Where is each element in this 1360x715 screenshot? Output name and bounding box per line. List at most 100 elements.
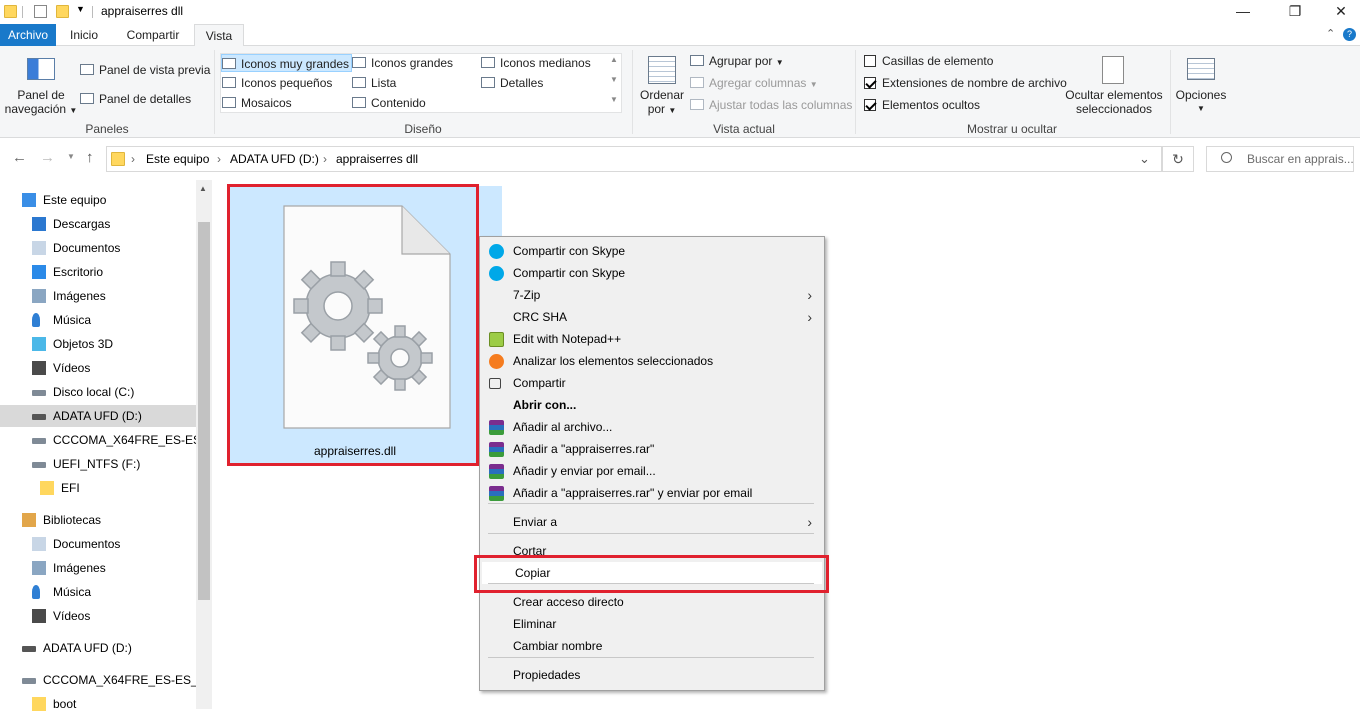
options-button[interactable]: Opciones ▼: [1172, 88, 1230, 116]
menu-item-compartir[interactable]: Compartir: [480, 372, 824, 394]
gallery-scroll-up-icon[interactable]: ▲: [610, 55, 618, 64]
nav-item[interactable]: Disco local (C:): [0, 381, 196, 403]
nav-item[interactable]: boot: [0, 693, 196, 715]
recent-locations-icon[interactable]: ▼: [67, 152, 75, 161]
menu-item-abrir-con[interactable]: Abrir con...: [480, 394, 824, 416]
nav-item[interactable]: Escritorio: [0, 261, 196, 283]
nav-item[interactable]: ADATA UFD (D:): [0, 637, 196, 659]
nav-item[interactable]: UEFI_NTFS (F:): [0, 453, 196, 475]
back-arrow-icon[interactable]: ←: [12, 149, 27, 166]
menu-separator: [488, 657, 814, 658]
menu-item-a-adir-y-enviar-por-email[interactable]: Añadir y enviar por email...: [480, 460, 824, 482]
ribbon-collapse-icon[interactable]: ⌃: [1326, 27, 1335, 40]
breadcrumb-adata[interactable]: ADATA UFD (D:): [230, 152, 319, 166]
menu-item-label: Compartir: [513, 376, 566, 390]
properties-icon[interactable]: [34, 5, 47, 18]
menu-item-compartir-con-skype[interactable]: Compartir con Skype: [480, 262, 824, 284]
menu-item-eliminar[interactable]: Eliminar: [480, 613, 824, 635]
nav-item[interactable]: CCCOMA_X64FRE_ES-ES_DV9: [0, 429, 196, 451]
nav-item[interactable]: Bibliotecas: [0, 509, 196, 531]
tab-vista[interactable]: Vista: [194, 24, 244, 47]
layout-large-icons[interactable]: Iconos grandes: [352, 54, 453, 72]
nav-item[interactable]: Este equipo: [0, 189, 196, 211]
menu-item-crc-sha[interactable]: CRC SHA ›: [480, 306, 824, 328]
nav-item[interactable]: Vídeos: [0, 357, 196, 379]
winrar-icon: [489, 420, 504, 435]
restore-button[interactable]: ❐: [1272, 0, 1318, 24]
layout-extra-large-icons[interactable]: Iconos muy grandes: [221, 54, 353, 72]
navigation-pane-button[interactable]: Panel de navegación ▼: [4, 88, 78, 118]
help-icon[interactable]: ?: [1343, 28, 1356, 41]
menu-item-label: Eliminar: [513, 617, 557, 631]
nav-item[interactable]: Documentos: [0, 533, 196, 555]
menu-item-a-adir-a-appraiserres-rar-y-enviar-por-email[interactable]: Añadir a "appraiserres.rar" y enviar por…: [480, 482, 824, 504]
file-extensions-toggle[interactable]: Extensiones de nombre de archivo: [864, 74, 1067, 92]
menu-item-enviar-a[interactable]: Enviar a ›: [480, 511, 824, 533]
fit-columns-button[interactable]: Ajustar todas las columnas: [690, 96, 852, 114]
up-arrow-icon[interactable]: ↑: [86, 149, 94, 166]
hidden-items-checkbox[interactable]: [864, 99, 876, 111]
menu-item-a-adir-al-archivo[interactable]: Añadir al archivo...: [480, 416, 824, 438]
nav-item[interactable]: CCCOMA_X64FRE_ES-ES_DV9: [0, 669, 196, 691]
hidden-items-toggle[interactable]: Elementos ocultos: [864, 96, 980, 114]
quick-access-dropdown-icon[interactable]: ▼: [76, 4, 85, 14]
menu-item-label: Enviar a: [513, 515, 558, 529]
menu-item-7-zip[interactable]: 7-Zip ›: [480, 284, 824, 306]
layout-list[interactable]: Lista: [352, 74, 396, 92]
menu-item-crear-acceso-directo[interactable]: Crear acceso directo: [480, 591, 824, 613]
nav-item[interactable]: EFI: [0, 477, 196, 499]
menu-item-edit-with-notepad[interactable]: Edit with Notepad++: [480, 328, 824, 350]
address-bar[interactable]: › Este equipo › ADATA UFD (D:) › apprais…: [106, 146, 1162, 172]
nav-scrollbar-thumb[interactable]: [198, 222, 210, 600]
layout-small-icons[interactable]: Iconos pequeños: [222, 74, 332, 92]
nav-item[interactable]: ADATA UFD (D:): [0, 405, 196, 427]
nav-item[interactable]: Imágenes: [0, 285, 196, 307]
menu-item-propiedades[interactable]: Propiedades: [480, 664, 824, 686]
layout-content[interactable]: Contenido: [352, 94, 426, 112]
videos-icon: [32, 609, 46, 623]
forward-arrow-icon[interactable]: →: [40, 149, 55, 166]
menu-item-a-adir-a-appraiserres-rar[interactable]: Añadir a "appraiserres.rar": [480, 438, 824, 460]
layout-details[interactable]: Detalles: [481, 74, 543, 92]
tab-compartir[interactable]: Compartir: [114, 24, 192, 46]
nav-item[interactable]: Documentos: [0, 237, 196, 259]
search-input[interactable]: Buscar en apprais...: [1206, 146, 1354, 172]
address-history-chevron-icon[interactable]: ⌄: [1139, 151, 1150, 167]
share-icon: [489, 378, 501, 389]
preview-pane-button[interactable]: Panel de vista previa: [80, 61, 210, 79]
refresh-button[interactable]: ↻: [1162, 146, 1194, 172]
nav-item-label: Descargas: [53, 217, 111, 231]
menu-item-cambiar-nombre[interactable]: Cambiar nombre: [480, 635, 824, 657]
item-checkboxes-checkbox[interactable]: [864, 55, 876, 67]
breadcrumb-current-folder[interactable]: appraiserres dll: [336, 152, 418, 166]
menu-item-analizar-los-elementos-seleccionados[interactable]: Analizar los elementos seleccionados: [480, 350, 824, 372]
item-checkboxes-toggle[interactable]: Casillas de elemento: [864, 52, 993, 70]
new-folder-icon[interactable]: [56, 5, 69, 18]
details-pane-button[interactable]: Panel de detalles: [80, 90, 191, 108]
menu-item-compartir-con-skype[interactable]: Compartir con Skype: [480, 240, 824, 262]
gallery-scroll-down-icon[interactable]: ▼: [610, 75, 618, 84]
nav-item[interactable]: Descargas: [0, 213, 196, 235]
hide-selected-button[interactable]: Ocultar elementos seleccionados: [1060, 88, 1168, 116]
group-by-button[interactable]: Agrupar por ▼: [690, 52, 784, 70]
add-columns-button[interactable]: Agregar columnas ▼: [690, 74, 818, 92]
nav-item[interactable]: Música: [0, 309, 196, 331]
tab-archivo[interactable]: Archivo: [0, 24, 56, 46]
breadcrumb-este-equipo[interactable]: Este equipo: [146, 152, 209, 166]
scroll-up-icon[interactable]: ▲: [199, 184, 207, 193]
group-label-diseno: Diseño: [404, 122, 442, 136]
nav-item[interactable]: Música: [0, 581, 196, 603]
layout-medium-icons[interactable]: Iconos medianos: [481, 54, 591, 72]
nav-item[interactable]: Imágenes: [0, 557, 196, 579]
nav-item-label: boot: [53, 697, 77, 711]
nav-item[interactable]: Objetos 3D: [0, 333, 196, 355]
minimize-button[interactable]: —: [1220, 0, 1266, 24]
ribbon-separator: [855, 50, 856, 134]
nav-item[interactable]: Vídeos: [0, 605, 196, 627]
gallery-expand-icon[interactable]: ▼: [610, 95, 618, 104]
sort-by-button[interactable]: Ordenar por ▼: [636, 88, 688, 118]
close-button[interactable]: ✕: [1318, 0, 1360, 24]
layout-tiles[interactable]: Mosaicos: [222, 94, 292, 112]
file-extensions-checkbox[interactable]: [864, 77, 876, 89]
tab-inicio[interactable]: Inicio: [58, 24, 110, 46]
